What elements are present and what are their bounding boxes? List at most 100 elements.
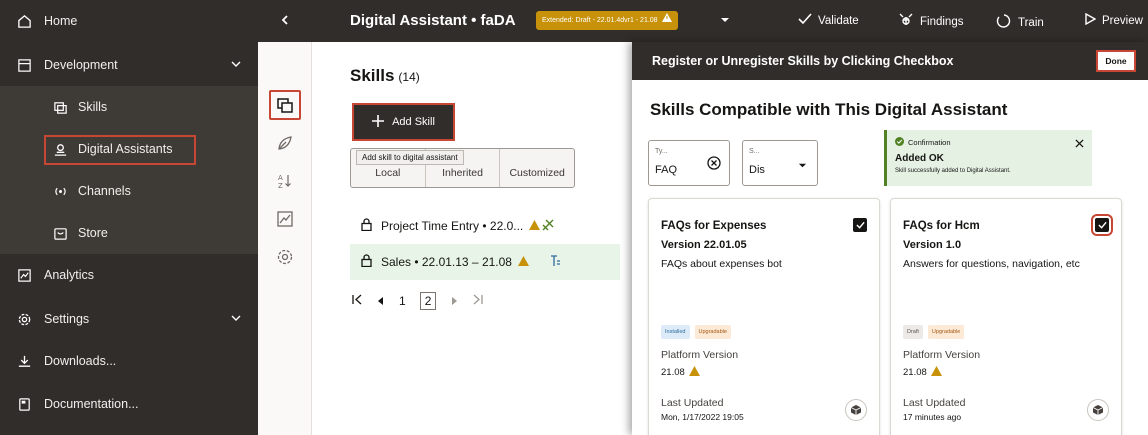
flows-tab-icon[interactable] xyxy=(273,131,297,155)
skill-name: Project Time Entry • 22.0... xyxy=(381,219,524,233)
version-dropdown-button[interactable] xyxy=(720,14,730,28)
register-skills-drawer: Register or Unregister Skills by Clickin… xyxy=(632,42,1148,435)
toast-title-row: Confirmation xyxy=(895,137,951,148)
warning-icon xyxy=(517,255,529,269)
previous-page-icon[interactable] xyxy=(377,294,385,308)
skills-icon xyxy=(52,99,68,115)
nav-item-label: Development xyxy=(44,58,118,72)
nav-item-settings[interactable]: Settings xyxy=(0,298,258,340)
selection-highlight xyxy=(44,135,196,165)
caret-down-icon xyxy=(720,14,730,28)
nav-item-documentation[interactable]: Documentation... xyxy=(0,383,258,425)
skill-card: FAQs for Hcm Version 1.0 Answers for que… xyxy=(890,198,1122,435)
side-navigation: Home Development Skills Digital Assistan… xyxy=(0,0,258,435)
nav-item-store[interactable]: Store xyxy=(0,212,258,254)
store-icon xyxy=(52,225,68,241)
nav-item-analytics[interactable]: Analytics xyxy=(0,254,258,296)
card-description: Answers for questions, navigation, etc xyxy=(903,258,1080,270)
lock-icon xyxy=(360,254,373,270)
findings-label: Findings xyxy=(920,15,964,28)
nav-item-label: Home xyxy=(44,14,78,28)
warning-icon xyxy=(688,366,700,379)
status-filter-label: S... xyxy=(749,148,760,155)
preview-label: Preview xyxy=(1102,14,1143,27)
back-button[interactable] xyxy=(258,0,312,42)
last-updated-value: Mon, 1/17/2022 19:05 xyxy=(661,412,744,422)
nav-item-label: Analytics xyxy=(44,268,95,282)
documentation-icon xyxy=(16,396,32,412)
skills-count: (14) xyxy=(398,70,420,84)
drawer-header: Register or Unregister Skills by Clickin… xyxy=(632,42,1148,80)
nav-item-channels[interactable]: Channels xyxy=(0,170,258,212)
section-heading: Skills Compatible with This Digital Assi… xyxy=(650,100,1008,119)
train-icon xyxy=(996,13,1012,32)
top-header: Digital Assistant • faDA Extended: Draft… xyxy=(258,0,1148,42)
package-icon[interactable] xyxy=(845,399,867,421)
package-icon[interactable] xyxy=(1087,399,1109,421)
add-skill-button[interactable]: Add Skill xyxy=(352,103,455,141)
analytics-tab-icon[interactable] xyxy=(273,207,297,231)
close-icon[interactable] xyxy=(1075,137,1084,151)
last-page-icon[interactable] xyxy=(472,294,484,308)
platform-version-number: 21.08 xyxy=(661,367,685,378)
findings-button[interactable]: Findings xyxy=(898,13,963,30)
drawer-title: Register or Unregister Skills by Clickin… xyxy=(652,54,954,68)
success-icon xyxy=(895,137,904,148)
page-2-current[interactable]: 2 xyxy=(419,292,437,310)
list-item[interactable]: Sales • 22.01.13 – 21.08 xyxy=(350,244,620,280)
development-icon xyxy=(16,57,32,73)
status-badge: Upgradable xyxy=(694,325,731,339)
card-badges: Draft Upgradable xyxy=(903,325,965,339)
skills-tab-icon[interactable] xyxy=(273,93,297,117)
train-button[interactable]: Train xyxy=(996,13,1044,32)
svg-text:Z: Z xyxy=(278,182,283,190)
nav-item-home[interactable]: Home xyxy=(0,0,258,42)
next-page-icon[interactable] xyxy=(450,294,458,308)
chevron-left-icon xyxy=(279,14,291,29)
type-filter-field[interactable]: Ty... FAQ xyxy=(648,140,730,186)
last-updated-label: Last Updated xyxy=(903,397,966,409)
translation-tab-icon[interactable]: AZ xyxy=(273,169,297,193)
nav-item-skills[interactable]: Skills xyxy=(0,86,258,128)
register-checkbox[interactable] xyxy=(1091,214,1113,236)
toast-title: Confirmation xyxy=(908,138,951,147)
register-checkbox[interactable] xyxy=(853,218,867,232)
platform-version-label: Platform Version xyxy=(661,349,739,361)
type-filter-value: FAQ xyxy=(655,164,678,176)
caret-down-icon xyxy=(798,159,807,173)
platform-version-value: 21.08 xyxy=(903,366,942,379)
status-badge: Upgradable xyxy=(927,325,965,339)
card-title: FAQs for Hcm xyxy=(903,220,980,232)
tab-customized[interactable]: Customized xyxy=(500,149,574,187)
last-updated-label: Last Updated xyxy=(661,397,724,409)
status-filter-select[interactable]: S... Dis xyxy=(742,140,818,186)
list-item[interactable]: Project Time Entry • 22.0... xyxy=(350,208,620,244)
nav-item-label: Settings xyxy=(44,312,90,326)
card-badges: Installed Upgradable xyxy=(661,325,731,339)
downloads-icon xyxy=(16,353,32,369)
platform-version-value: 21.08 xyxy=(661,366,700,379)
page-title: Digital Assistant • faDA xyxy=(350,12,516,29)
settings-tab-icon[interactable] xyxy=(273,245,297,269)
clear-icon[interactable] xyxy=(707,156,721,173)
page-1[interactable]: 1 xyxy=(399,294,406,308)
nav-item-development[interactable]: Development xyxy=(0,44,258,86)
preview-button[interactable]: Preview xyxy=(1084,12,1143,28)
skills-title: Skills xyxy=(350,66,395,85)
done-button[interactable]: Done xyxy=(1096,50,1136,72)
nav-item-downloads[interactable]: Downloads... xyxy=(0,340,258,382)
status-filter-value: Dis xyxy=(749,164,765,176)
card-version: Version 22.01.05 xyxy=(661,239,747,251)
warning-icon xyxy=(661,11,672,30)
toast-detail: Skill successfully added to Digital Assi… xyxy=(895,168,1011,174)
first-page-icon[interactable] xyxy=(352,294,363,308)
card-description: FAQs about expenses bot xyxy=(661,258,782,270)
tool-rail: AZ xyxy=(258,42,312,435)
checkmark-icon xyxy=(798,13,812,28)
nav-item-label: Documentation... xyxy=(44,397,139,411)
svg-text:A: A xyxy=(278,174,283,182)
validate-button[interactable]: Validate xyxy=(798,13,859,28)
status-badge: Installed xyxy=(661,325,690,339)
pagination: 1 2 xyxy=(352,292,484,310)
card-title: FAQs for Expenses xyxy=(661,220,767,232)
